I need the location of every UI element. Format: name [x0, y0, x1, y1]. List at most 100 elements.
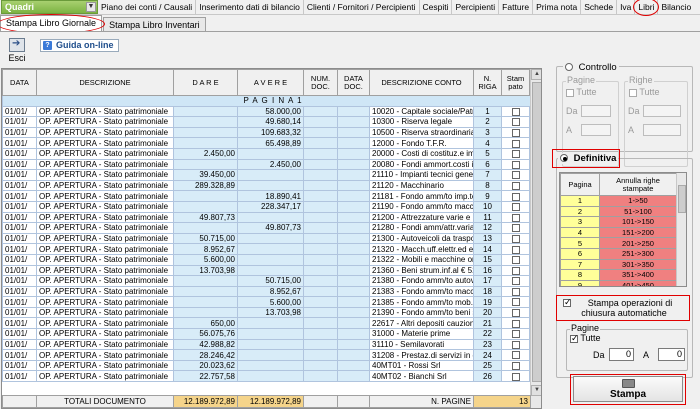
pagine-row[interactable]: 7 301->350 — [560, 258, 677, 271]
table-row[interactable]: 01/01/OP. APERTURA - Stato patrimoniale 8… — [2, 285, 541, 298]
definitiva-radio-button[interactable] — [560, 154, 568, 163]
col-header-stampato[interactable]: Stam pato — [501, 69, 530, 96]
cell-annulla-righe[interactable]: 301->350 — [599, 258, 677, 271]
controllo-radio-button[interactable] — [565, 63, 573, 72]
table-row[interactable]: 01/01/OP. APERTURA - Stato patrimoniale 4… — [2, 222, 541, 234]
cell-annulla-righe[interactable]: 401->450 — [599, 279, 677, 286]
stampato-checkbox[interactable] — [511, 160, 520, 169]
stampato-checkbox[interactable] — [511, 192, 520, 201]
table-row[interactable]: 01/01/OP. APERTURA - Stato patrimoniale 2… — [2, 147, 541, 160]
table-row[interactable]: 01/01/OP. APERTURA - Stato patrimoniale 4… — [2, 211, 541, 224]
stampato-checkbox[interactable] — [511, 287, 520, 296]
stampato-checkbox[interactable] — [511, 319, 520, 328]
cell-annulla-righe[interactable]: 51->100 — [599, 205, 677, 218]
menu-fatture[interactable]: Fatture — [499, 0, 534, 14]
table-row[interactable]: 01/01/OP. APERTURA - Stato patrimoniale 2… — [2, 158, 541, 171]
controllo-radio[interactable]: Controllo — [563, 62, 619, 73]
cell-annulla-righe[interactable]: 251->300 — [599, 247, 677, 260]
stampato-checkbox[interactable] — [511, 330, 520, 339]
col-header-data-doc[interactable]: DATA DOC. — [337, 69, 370, 96]
table-row[interactable]: 01/01/OP. APERTURA - Stato patrimoniale 1… — [2, 306, 541, 319]
cell-annulla-righe[interactable]: 1->50 — [599, 195, 677, 207]
table-row[interactable]: 01/01/OP. APERTURA - Stato patrimoniale 2… — [2, 349, 541, 361]
stampato-checkbox[interactable] — [511, 139, 520, 148]
stampato-checkbox[interactable] — [511, 203, 520, 212]
stampato-checkbox[interactable] — [511, 309, 520, 318]
definitiva-a-input[interactable]: 0 — [658, 348, 685, 361]
stampato-checkbox[interactable] — [511, 234, 520, 243]
controllo-pagine-da-input[interactable] — [581, 105, 611, 117]
pagine-row[interactable]: 6 251->300 — [560, 247, 677, 260]
table-row[interactable]: 01/01/OP. APERTURA - Stato patrimoniale 5… — [2, 105, 541, 118]
tab-stampa-libro-giornale[interactable]: Stampa Libro Giornale — [0, 14, 106, 34]
controllo-righe-a-input[interactable] — [643, 124, 681, 136]
stampa-button[interactable]: Stampa — [573, 376, 683, 402]
cell-annulla-righe[interactable]: 201->250 — [599, 237, 677, 249]
cell-annulla-righe[interactable]: 351->400 — [599, 269, 677, 281]
menu-bilancio[interactable]: Bilancio — [658, 0, 694, 14]
menu-percipienti[interactable]: Percipienti — [452, 0, 500, 14]
table-row[interactable]: 01/01/OP. APERTURA - Stato patrimoniale 1… — [2, 126, 541, 139]
table-row[interactable]: 01/01/OP. APERTURA - Stato patrimoniale 6… — [2, 137, 541, 149]
pagine-row[interactable]: 9 401->450 — [560, 279, 677, 286]
guida-online-button[interactable]: ? Guida on-line — [40, 39, 119, 52]
chiusura-checkbox-row[interactable]: ✓ Stampa operazioni di chiusura automati… — [563, 297, 685, 318]
col-header-data[interactable]: DATA — [2, 69, 37, 96]
table-row[interactable]: 01/01/OP. APERTURA - Stato patrimoniale 5… — [2, 328, 541, 340]
chiusura-checkbox[interactable]: ✓ — [563, 297, 572, 307]
col-header-descrizione-conto[interactable]: DESCRIZIONE CONTO — [369, 69, 474, 96]
stampato-checkbox[interactable] — [511, 277, 520, 286]
col-header-num-doc[interactable]: NUM. DOC. — [303, 69, 338, 96]
cell-annulla-righe[interactable]: 101->150 — [599, 216, 677, 228]
stampato-checkbox[interactable] — [511, 118, 520, 127]
controllo-righe-tutte[interactable]: Tutte — [629, 87, 660, 97]
esci-button[interactable]: Esci — [4, 38, 30, 66]
menu-clienti-fornitori[interactable]: Clienti / Fornitori / Percipienti — [304, 0, 420, 14]
col-header-descrizione[interactable]: DESCRIZIONE — [36, 69, 174, 96]
pagine-row[interactable]: 8 351->400 — [560, 269, 677, 281]
stampato-checkbox[interactable] — [511, 351, 520, 360]
definitiva-radio[interactable]: Definitiva — [558, 153, 619, 164]
table-row[interactable]: 01/01/OP. APERTURA - Stato patrimoniale 4… — [2, 116, 541, 128]
table-row[interactable]: 01/01/OP. APERTURA - Stato patrimoniale 5… — [2, 253, 541, 266]
stampato-checkbox[interactable] — [511, 256, 520, 265]
cell-annulla-righe[interactable]: 151->200 — [599, 226, 677, 239]
grid-vertical-scrollbar[interactable]: ▲ ▼ — [530, 69, 541, 408]
pagine-grid-scrollbar[interactable] — [676, 173, 686, 286]
chevron-down-icon[interactable]: ▼ — [86, 2, 96, 12]
stampato-checkbox[interactable] — [511, 298, 520, 307]
scroll-up-icon[interactable]: ▲ — [531, 69, 541, 80]
table-row[interactable]: 01/01/OP. APERTURA - Stato patrimoniale 2… — [2, 359, 541, 372]
table-row[interactable]: 01/01/OP. APERTURA - Stato patrimoniale 4… — [2, 338, 541, 351]
stampato-checkbox[interactable] — [511, 340, 520, 349]
col-header-annulla[interactable]: Annulla righe stampate — [599, 173, 677, 196]
table-row[interactable]: 01/01/OP. APERTURA - Stato patrimoniale 6… — [2, 317, 541, 330]
table-row[interactable]: 01/01/OP. APERTURA - Stato patrimoniale 5… — [2, 275, 541, 287]
controllo-righe-tutte-checkbox[interactable] — [629, 88, 637, 97]
table-row[interactable]: 01/01/OP. APERTURA - Stato patrimoniale 1… — [2, 264, 541, 277]
table-row[interactable]: 01/01/OP. APERTURA - Stato patrimoniale 2… — [2, 200, 541, 213]
stampato-checkbox[interactable] — [511, 372, 520, 381]
table-row[interactable]: 01/01/OP. APERTURA - Stato patrimoniale 2… — [2, 179, 541, 192]
stampato-checkbox[interactable] — [511, 181, 520, 190]
menu-libri[interactable]: Libri — [633, 0, 660, 16]
stampato-checkbox[interactable] — [511, 224, 520, 233]
scroll-thumb[interactable] — [532, 82, 541, 382]
stampato-checkbox[interactable] — [511, 245, 520, 254]
table-row[interactable]: 01/01/OP. APERTURA - Stato patrimoniale 5… — [2, 296, 541, 308]
menu-schede[interactable]: Schede — [581, 0, 618, 14]
controllo-pagine-tutte-checkbox[interactable] — [566, 88, 574, 97]
stampato-checkbox[interactable] — [511, 150, 520, 159]
scroll-down-icon[interactable]: ▼ — [531, 385, 541, 396]
pagine-row[interactable]: 2 51->100 — [560, 205, 677, 218]
tab-stampa-libro-inventari[interactable]: Stampa Libro Inventari — [103, 17, 206, 32]
menu-inserimento-dati[interactable]: Inserimento dati di bilancio — [196, 0, 304, 14]
controllo-righe-da-input[interactable] — [643, 105, 681, 117]
definitiva-da-input[interactable]: 0 — [609, 348, 634, 361]
definitiva-tutte-checkbox[interactable]: ✓ — [570, 333, 579, 343]
table-row[interactable]: 01/01/OP. APERTURA - Stato patrimoniale 5… — [2, 232, 541, 245]
stampato-checkbox[interactable] — [511, 362, 520, 370]
pagine-row[interactable]: 3 101->150 — [560, 216, 677, 228]
pagine-row[interactable]: 4 151->200 — [560, 226, 677, 239]
definitiva-pagine-tutte[interactable]: ✓ Tutte — [570, 333, 601, 343]
